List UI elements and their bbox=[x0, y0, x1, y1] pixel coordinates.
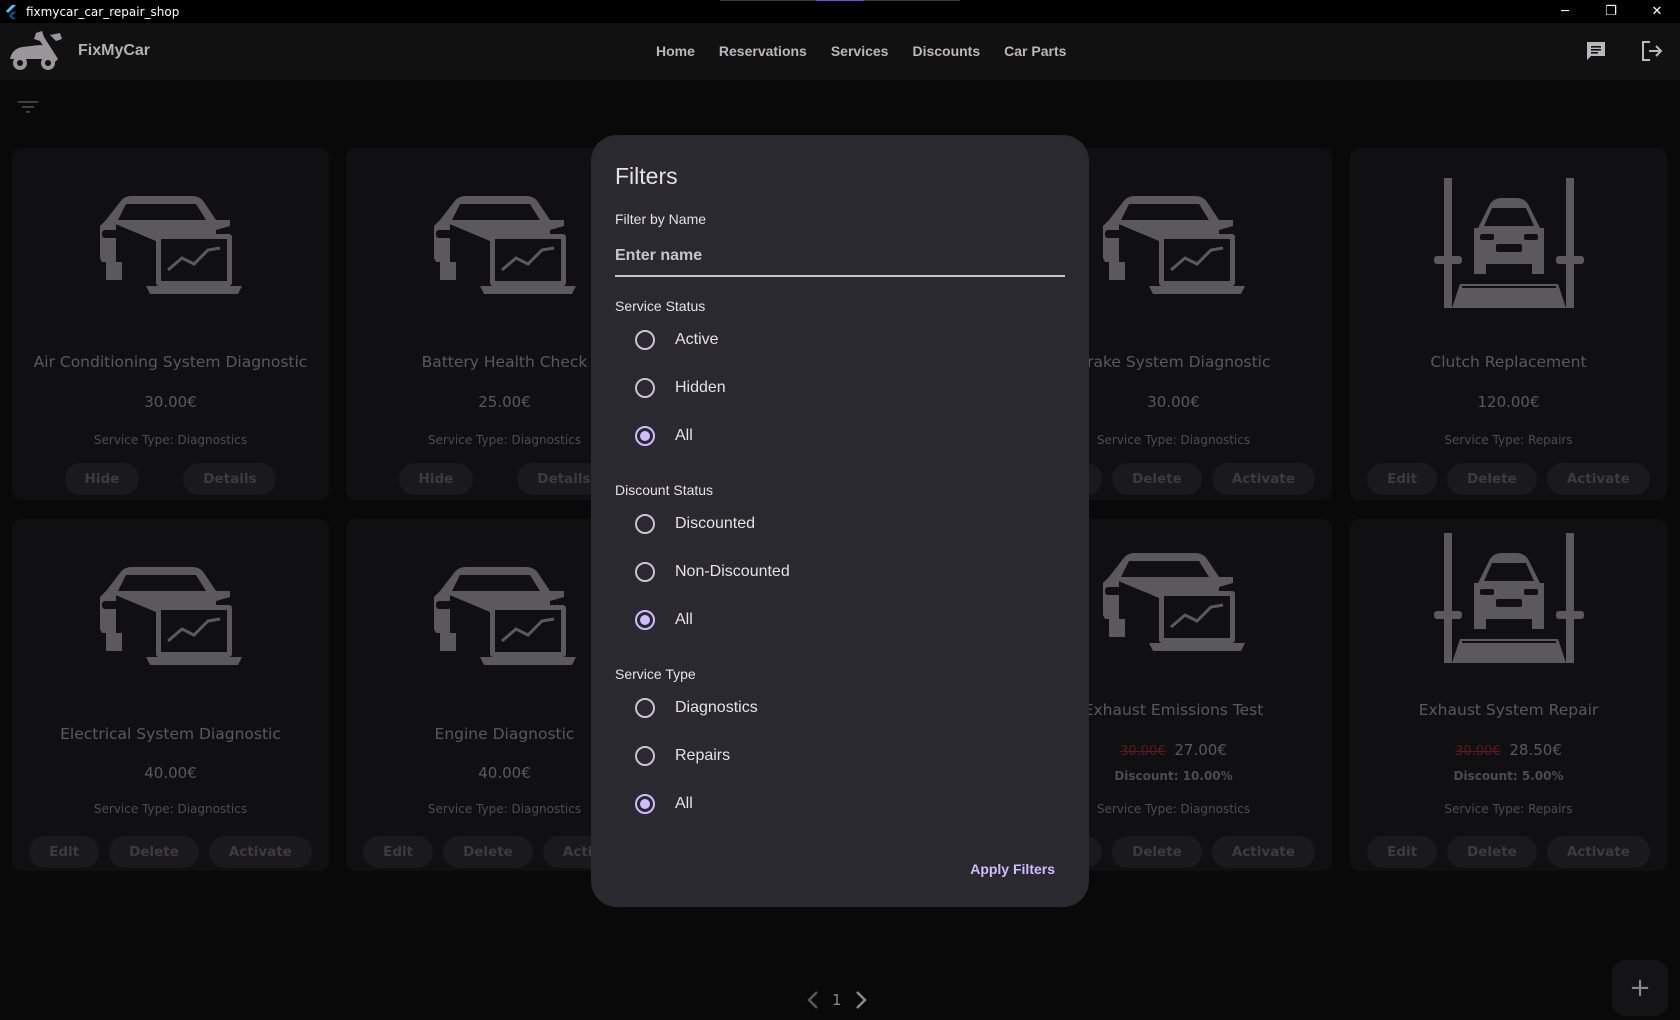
radio-button[interactable] bbox=[635, 698, 655, 718]
nav-home[interactable]: Home bbox=[656, 43, 695, 59]
brand-name: FixMyCar bbox=[78, 42, 151, 59]
dialog-title: Filters bbox=[615, 163, 678, 189]
radio-label: Active bbox=[675, 331, 719, 348]
app-bar: FixMyCar Home Reservations Services Disc… bbox=[0, 23, 1680, 80]
radio-button[interactable] bbox=[635, 330, 655, 350]
nav-reservations[interactable]: Reservations bbox=[719, 43, 807, 59]
radio-label: Hidden bbox=[675, 379, 726, 396]
radio-button[interactable] bbox=[635, 378, 655, 398]
radio-button-selected[interactable] bbox=[635, 426, 655, 446]
radio-button-selected[interactable] bbox=[635, 794, 655, 814]
radio-discount-all[interactable]: All bbox=[635, 600, 693, 640]
radio-label: All bbox=[675, 427, 693, 444]
logout-icon[interactable] bbox=[1640, 39, 1664, 63]
window-title-bar: fixmycar_car_repair_shop ─ ❐ ✕ bbox=[0, 0, 1680, 23]
close-button[interactable]: ✕ bbox=[1634, 0, 1680, 23]
filters-dialog: Filters Filter by Name Service Status Ac… bbox=[591, 135, 1089, 907]
loading-indicator bbox=[816, 0, 864, 1]
minimize-button[interactable]: ─ bbox=[1542, 0, 1588, 23]
radio-label: All bbox=[675, 795, 693, 812]
radio-label: All bbox=[675, 611, 693, 628]
radio-status-hidden[interactable]: Hidden bbox=[635, 368, 726, 408]
pagination: 1 bbox=[806, 990, 868, 1010]
main-nav: Home Reservations Services Discounts Car… bbox=[656, 43, 1066, 59]
radio-label: Non-Discounted bbox=[675, 563, 790, 580]
chevron-right-icon[interactable] bbox=[854, 990, 868, 1010]
discount-status-label: Discount Status bbox=[615, 482, 714, 498]
radio-button-selected[interactable] bbox=[635, 610, 655, 630]
radio-button[interactable] bbox=[635, 746, 655, 766]
radio-label: Discounted bbox=[675, 515, 756, 532]
radio-non-discounted[interactable]: Non-Discounted bbox=[635, 552, 790, 592]
radio-status-all[interactable]: All bbox=[635, 416, 693, 456]
apply-filters-button[interactable]: Apply Filters bbox=[970, 861, 1055, 877]
chevron-left-icon[interactable] bbox=[806, 990, 820, 1010]
radio-status-active[interactable]: Active bbox=[635, 320, 719, 360]
window-title: fixmycar_car_repair_shop bbox=[26, 4, 180, 19]
service-status-label: Service Status bbox=[615, 298, 706, 314]
radio-type-repairs[interactable]: Repairs bbox=[635, 736, 730, 776]
restore-button[interactable]: ❐ bbox=[1588, 0, 1634, 23]
radio-label: Repairs bbox=[675, 747, 731, 764]
radio-button[interactable] bbox=[635, 514, 655, 534]
flutter-app-icon bbox=[6, 4, 16, 19]
radio-type-diagnostics[interactable]: Diagnostics bbox=[635, 688, 758, 728]
nav-services[interactable]: Services bbox=[831, 43, 889, 59]
service-type-label: Service Type bbox=[615, 666, 696, 682]
page-number: 1 bbox=[832, 991, 842, 1009]
radio-type-all[interactable]: All bbox=[635, 784, 693, 824]
name-filter-input[interactable] bbox=[615, 237, 1065, 277]
chat-icon[interactable] bbox=[1584, 39, 1608, 63]
radio-button[interactable] bbox=[635, 562, 655, 582]
nav-car-parts[interactable]: Car Parts bbox=[1004, 43, 1066, 59]
nav-discounts[interactable]: Discounts bbox=[912, 43, 980, 59]
fixmycar-logo bbox=[10, 31, 62, 70]
radio-label: Diagnostics bbox=[675, 699, 758, 716]
name-filter-label: Filter by Name bbox=[615, 211, 707, 227]
radio-discounted[interactable]: Discounted bbox=[635, 504, 755, 544]
add-service-button[interactable]: + bbox=[1612, 960, 1668, 1016]
